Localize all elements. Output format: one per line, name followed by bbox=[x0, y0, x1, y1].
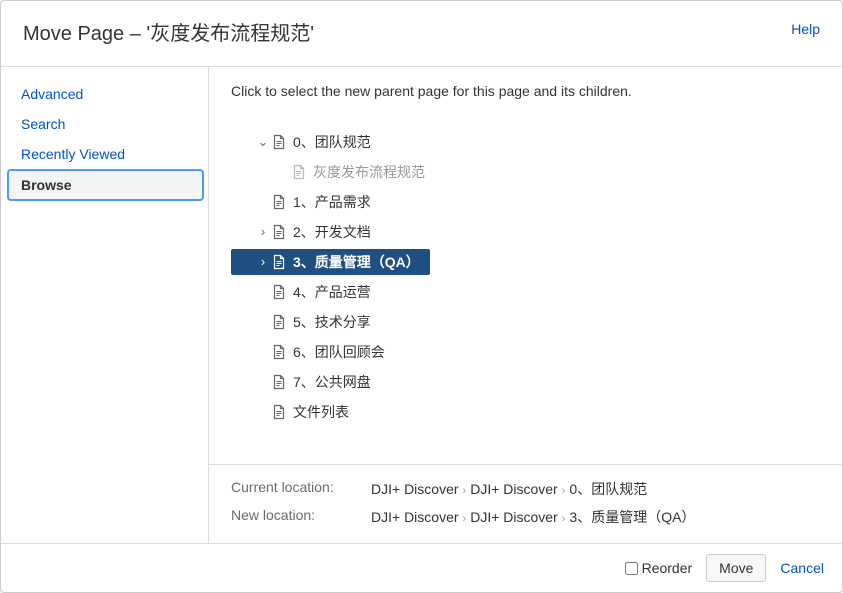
dialog-header: Move Page – '灰度发布流程规范' Help bbox=[1, 1, 842, 67]
reorder-label: Reorder bbox=[642, 560, 693, 576]
current-location-label: Current location: bbox=[231, 479, 371, 499]
sidebar-item-search[interactable]: Search bbox=[7, 109, 208, 139]
tree-node-label: 0、团队规范 bbox=[293, 127, 371, 157]
tree-node[interactable]: · 5、技术分享 bbox=[231, 307, 820, 337]
move-page-dialog: Move Page – '灰度发布流程规范' Help Advanced Sea… bbox=[0, 0, 843, 593]
cancel-link[interactable]: Cancel bbox=[780, 560, 824, 576]
main-panel: Click to select the new parent page for … bbox=[209, 67, 842, 543]
page-icon bbox=[271, 404, 287, 420]
breadcrumb-separator: › bbox=[463, 513, 467, 525]
tree-node[interactable]: · 文件列表 bbox=[231, 397, 820, 427]
page-icon bbox=[271, 134, 287, 150]
sidebar-item-browse[interactable]: Browse bbox=[7, 169, 204, 201]
help-link[interactable]: Help bbox=[791, 21, 820, 37]
tree-node-label: 7、公共网盘 bbox=[293, 367, 371, 397]
breadcrumb-separator: › bbox=[463, 485, 467, 497]
sidebar-item-advanced[interactable]: Advanced bbox=[7, 79, 208, 109]
chevron-right-icon[interactable]: › bbox=[255, 217, 271, 247]
dialog-title: Move Page – '灰度发布流程规范' bbox=[23, 17, 314, 46]
page-icon bbox=[271, 344, 287, 360]
current-location-value: DJI+ Discover›DJI+ Discover›0、团队规范 bbox=[371, 479, 647, 499]
instruction-text: Click to select the new parent page for … bbox=[209, 67, 842, 109]
tree-node-label: 1、产品需求 bbox=[293, 187, 371, 217]
sidebar-item-recently-viewed[interactable]: Recently Viewed bbox=[7, 139, 208, 169]
breadcrumb-segment: 0、团队规范 bbox=[569, 481, 647, 497]
breadcrumb-segment: 3、质量管理（QA） bbox=[569, 509, 695, 525]
tree-node[interactable]: · 4、产品运营 bbox=[231, 277, 820, 307]
reorder-checkbox[interactable] bbox=[625, 562, 638, 575]
tree-node[interactable]: › 2、开发文档 bbox=[231, 217, 820, 247]
locations-panel: Current location: DJI+ Discover›DJI+ Dis… bbox=[209, 464, 842, 543]
toggle-spacer: · bbox=[255, 337, 271, 367]
toggle-spacer: · bbox=[255, 397, 271, 427]
chevron-down-icon[interactable]: ⌄ bbox=[255, 127, 271, 157]
page-icon bbox=[271, 314, 287, 330]
toggle-spacer: · bbox=[275, 157, 291, 187]
breadcrumb-segment: DJI+ Discover bbox=[371, 481, 459, 497]
page-icon bbox=[271, 224, 287, 240]
tree-node[interactable]: › 3、质量管理（QA） bbox=[231, 249, 430, 275]
tree-node[interactable]: · 1、产品需求 bbox=[231, 187, 820, 217]
page-icon bbox=[271, 374, 287, 390]
tree-node-label: 6、团队回顾会 bbox=[293, 337, 385, 367]
tree-node: · 灰度发布流程规范 bbox=[231, 157, 820, 187]
page-tree: ⌄0、团队规范·灰度发布流程规范·1、产品需求›2、开发文档›3、质量管理（QA… bbox=[209, 109, 842, 437]
breadcrumb-segment: DJI+ Discover bbox=[470, 509, 558, 525]
toggle-spacer: · bbox=[255, 307, 271, 337]
toggle-spacer: · bbox=[255, 277, 271, 307]
tree-node[interactable]: ⌄ 0、团队规范 bbox=[231, 127, 820, 157]
page-icon bbox=[271, 254, 287, 270]
move-button[interactable]: Move bbox=[706, 554, 766, 582]
breadcrumb-segment: DJI+ Discover bbox=[371, 509, 459, 525]
page-icon bbox=[291, 164, 307, 180]
tree-node-label: 3、质量管理（QA） bbox=[293, 249, 420, 275]
page-icon bbox=[271, 284, 287, 300]
toggle-spacer: · bbox=[255, 187, 271, 217]
tree-container[interactable]: ⌄0、团队规范·灰度发布流程规范·1、产品需求›2、开发文档›3、质量管理（QA… bbox=[209, 109, 842, 464]
breadcrumb-separator: › bbox=[562, 485, 566, 497]
tree-node-label: 灰度发布流程规范 bbox=[313, 157, 425, 187]
tree-node-label: 4、产品运营 bbox=[293, 277, 371, 307]
new-location-row: New location: DJI+ Discover›DJI+ Discove… bbox=[231, 507, 820, 527]
chevron-right-icon[interactable]: › bbox=[255, 249, 271, 275]
new-location-value: DJI+ Discover›DJI+ Discover›3、质量管理（QA） bbox=[371, 507, 695, 527]
tree-node-label: 文件列表 bbox=[293, 397, 349, 427]
tree-node-label: 2、开发文档 bbox=[293, 217, 371, 247]
new-location-label: New location: bbox=[231, 507, 371, 527]
tree-node-label: 5、技术分享 bbox=[293, 307, 371, 337]
sidebar: Advanced Search Recently Viewed Browse bbox=[1, 67, 209, 543]
page-icon bbox=[271, 194, 287, 210]
tree-node[interactable]: · 7、公共网盘 bbox=[231, 367, 820, 397]
dialog-footer: Reorder Move Cancel bbox=[1, 544, 842, 592]
breadcrumb-separator: › bbox=[562, 513, 566, 525]
dialog-body: Advanced Search Recently Viewed Browse C… bbox=[1, 67, 842, 544]
current-location-row: Current location: DJI+ Discover›DJI+ Dis… bbox=[231, 479, 820, 499]
breadcrumb-segment: DJI+ Discover bbox=[470, 481, 558, 497]
toggle-spacer: · bbox=[255, 367, 271, 397]
reorder-option[interactable]: Reorder bbox=[625, 560, 693, 576]
tree-node[interactable]: · 6、团队回顾会 bbox=[231, 337, 820, 367]
tree-node[interactable] bbox=[231, 109, 820, 127]
